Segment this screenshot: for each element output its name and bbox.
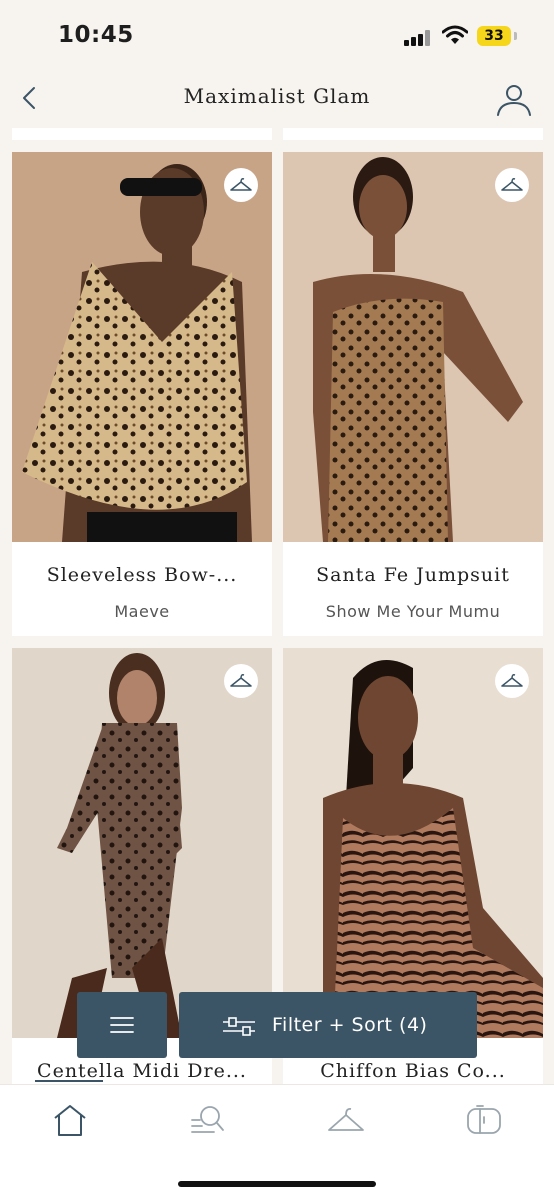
product-name: Centella Midi Dre... — [37, 1060, 247, 1082]
product-image[interactable] — [283, 648, 543, 1038]
closet-icon[interactable] — [464, 1103, 504, 1137]
product-card[interactable]: Sleeveless Bow-... Maeve — [12, 152, 272, 636]
signal-icon — [404, 30, 434, 46]
active-item-underline — [35, 1080, 103, 1082]
product-image[interactable] — [12, 648, 272, 1038]
battery-indicator: 33 — [477, 26, 511, 46]
product-name: Chiffon Bias Co... — [320, 1060, 506, 1082]
menu-button[interactable] — [77, 992, 167, 1058]
product-brand: Maeve — [114, 602, 170, 621]
hamburger-icon — [110, 1017, 134, 1033]
previous-card-stub — [283, 128, 543, 140]
add-to-closet-button[interactable] — [224, 664, 258, 698]
product-grid: Sleeveless Bow-... Maeve Santa Fe Jumpsu… — [0, 128, 554, 1084]
filter-sort-button[interactable]: Filter + Sort (4) — [179, 992, 477, 1058]
add-to-closet-button[interactable] — [495, 168, 529, 202]
hanger-icon — [230, 178, 252, 191]
status-time: 10:45 — [58, 22, 134, 48]
add-to-closet-button[interactable] — [495, 664, 529, 698]
product-brand: Show Me Your Mumu — [325, 602, 501, 621]
search-icon[interactable] — [188, 1103, 228, 1137]
wifi-icon — [442, 25, 468, 44]
home-indicator — [178, 1181, 376, 1187]
user-icon[interactable] — [494, 80, 534, 118]
product-card[interactable]: Santa Fe Jumpsuit Show Me Your Mumu — [283, 152, 543, 636]
sliders-icon — [223, 1017, 255, 1036]
home-icon[interactable] — [50, 1103, 90, 1137]
product-info: Santa Fe Jumpsuit Show Me Your Mumu — [283, 542, 543, 636]
product-image[interactable] — [283, 152, 543, 542]
product-name: Sleeveless Bow-... — [46, 564, 238, 586]
add-to-closet-button[interactable] — [224, 168, 258, 202]
filter-sort-label: Filter + Sort (4) — [272, 1014, 428, 1036]
page-title: Maximalist Glam — [183, 84, 371, 108]
hanger-icon[interactable] — [326, 1103, 366, 1137]
hanger-icon — [501, 178, 523, 191]
hanger-icon — [230, 674, 252, 687]
product-info: Sleeveless Bow-... Maeve — [12, 542, 272, 636]
previous-card-stub — [12, 128, 272, 140]
battery-cap — [514, 32, 517, 40]
product-image[interactable] — [12, 152, 272, 542]
status-bar: 10:45 33 — [0, 0, 554, 72]
hanger-icon — [501, 674, 523, 687]
product-name: Santa Fe Jumpsuit — [316, 564, 510, 586]
page-header: Maximalist Glam — [0, 72, 554, 128]
